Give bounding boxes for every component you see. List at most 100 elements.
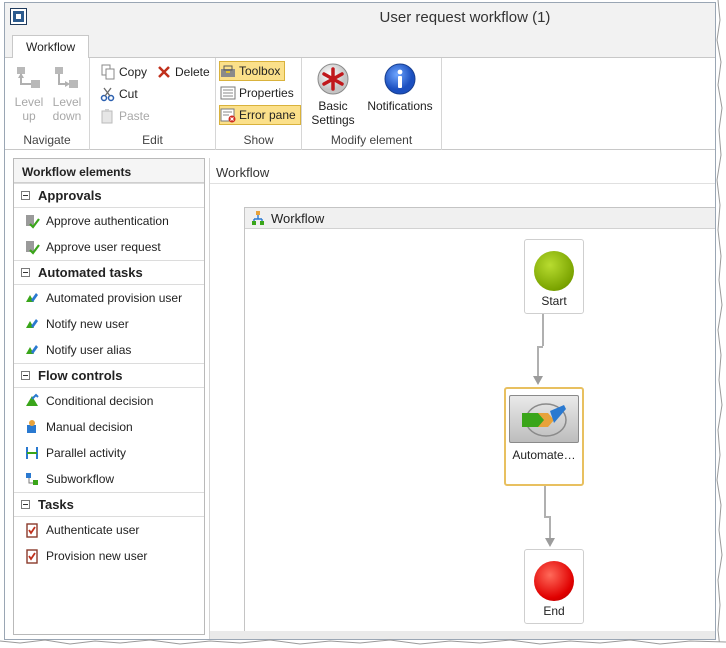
end-circle xyxy=(534,561,574,601)
list-item[interactable]: Subworkflow xyxy=(14,466,204,492)
list-item-label: Approve authentication xyxy=(46,214,169,228)
torn-edge-decoration xyxy=(0,639,726,648)
end-node[interactable]: End xyxy=(524,549,584,624)
level-down-label: Level down xyxy=(52,95,82,123)
section-automated-tasks[interactable]: Automated tasks xyxy=(14,260,204,285)
list-item-label: Approve user request xyxy=(46,240,161,254)
automated-task-node[interactable]: Automate… xyxy=(504,387,584,486)
navigate-group: Level up Level down Navigate xyxy=(5,58,90,150)
title-bar: User request workflow (1) xyxy=(5,3,715,33)
toolbox-label: Toolbox xyxy=(239,64,281,78)
section-tasks[interactable]: Tasks xyxy=(14,492,204,517)
automated-task-icon xyxy=(26,319,38,328)
delete-icon xyxy=(158,66,170,78)
paste-button[interactable]: Paste xyxy=(100,106,150,126)
level-down-button[interactable]: Level down xyxy=(49,64,85,123)
delete-button[interactable]: Delete xyxy=(156,62,210,82)
notifications-button[interactable]: Notifications xyxy=(364,62,436,113)
show-group-label: Show xyxy=(243,133,274,147)
automated-task-icon xyxy=(522,403,567,437)
start-circle xyxy=(534,251,574,291)
properties-button[interactable]: Properties xyxy=(220,83,294,103)
properties-icon xyxy=(220,86,236,100)
level-up-icon xyxy=(17,67,40,88)
list-item[interactable]: Parallel activity xyxy=(14,440,204,466)
scissors-icon xyxy=(100,87,115,102)
torn-edge-decoration xyxy=(714,0,726,648)
modify-element-group-label: Modify element xyxy=(330,133,413,147)
automated-task-icon xyxy=(26,293,38,302)
app-window: User request workflow (1) Workflow Level… xyxy=(4,2,716,640)
workflow-elements-pane: Workflow elements Approvals Approve auth… xyxy=(13,158,205,635)
workflow-canvas: Workflow Workflow Start Automate… End xyxy=(209,158,715,639)
list-item-label: Subworkflow xyxy=(46,472,115,486)
task-icon xyxy=(26,549,38,564)
list-item[interactable]: Approve authentication xyxy=(14,208,204,234)
window-title: User request workflow (1) xyxy=(379,9,551,26)
list-item[interactable]: Conditional decision xyxy=(14,388,204,414)
level-up-button[interactable]: Level up xyxy=(11,64,47,123)
arrow-icon xyxy=(533,376,543,385)
show-group: Toolbox Properties Error pane Show xyxy=(216,58,302,150)
section-label: Flow controls xyxy=(38,368,123,383)
list-item[interactable]: Automated provision user xyxy=(14,285,204,311)
workflow-frame: Workflow xyxy=(244,207,715,637)
automated-task-label: Automate… xyxy=(512,448,576,462)
basic-settings-button[interactable]: Basic Settings xyxy=(306,62,360,127)
connector-line xyxy=(537,346,539,376)
error-pane-button[interactable]: Error pane xyxy=(219,105,301,125)
ribbon-tabs: Workflow xyxy=(5,33,715,59)
collapse-icon[interactable] xyxy=(21,191,30,200)
info-icon xyxy=(384,63,416,95)
error-pane-icon xyxy=(220,108,236,123)
cut-label: Cut xyxy=(119,87,138,101)
list-item-label: Notify user alias xyxy=(46,343,132,357)
automated-task-icon-box xyxy=(509,395,579,443)
list-item[interactable]: Notify new user xyxy=(14,311,204,337)
list-item[interactable]: Approve user request xyxy=(14,234,204,260)
automated-task-icon xyxy=(26,345,38,354)
start-node[interactable]: Start xyxy=(524,239,584,314)
collapse-icon[interactable] xyxy=(21,371,30,380)
copy-label: Copy xyxy=(119,65,148,79)
approval-icon xyxy=(26,241,40,255)
toolbox-button[interactable]: Toolbox xyxy=(219,61,286,81)
navigate-group-label: Navigate xyxy=(23,133,71,147)
list-item-label: Automated provision user xyxy=(46,291,183,305)
list-item-label: Manual decision xyxy=(46,420,133,434)
paste-icon xyxy=(101,109,113,124)
copy-button[interactable]: Copy xyxy=(100,62,147,82)
cut-button[interactable]: Cut xyxy=(100,84,138,104)
section-flow-controls[interactable]: Flow controls xyxy=(14,363,204,388)
list-item-label: Parallel activity xyxy=(46,446,127,460)
edit-group-label: Edit xyxy=(142,133,163,147)
level-up-label: Level up xyxy=(14,95,44,123)
list-item[interactable]: Manual decision xyxy=(14,414,204,440)
subworkflow-icon xyxy=(26,473,38,485)
list-item[interactable]: Authenticate user xyxy=(14,517,204,543)
approval-icon xyxy=(26,215,40,229)
workflow-elements-header: Workflow elements xyxy=(14,159,204,183)
tab-workflow[interactable]: Workflow xyxy=(12,35,90,59)
section-label: Automated tasks xyxy=(38,265,143,280)
workflow-icon xyxy=(252,211,264,225)
list-item[interactable]: Provision new user xyxy=(14,543,204,569)
list-item-label: Authenticate user xyxy=(46,523,140,537)
notifications-label: Notifications xyxy=(367,99,433,113)
workflow-frame-title: Workflow xyxy=(271,210,325,226)
collapse-icon[interactable] xyxy=(21,500,30,509)
error-pane-label: Error pane xyxy=(239,108,296,122)
connector-line xyxy=(544,486,546,516)
paste-label: Paste xyxy=(119,109,150,123)
edit-group: Copy Delete Cut Paste Edit xyxy=(90,58,216,150)
connector-line xyxy=(549,516,551,538)
section-approvals[interactable]: Approvals xyxy=(14,183,204,208)
delete-label: Delete xyxy=(175,65,210,79)
section-label: Approvals xyxy=(38,188,102,203)
list-item[interactable]: Notify user alias xyxy=(14,337,204,363)
collapse-icon[interactable] xyxy=(21,268,30,277)
start-label: Start xyxy=(541,294,567,308)
task-icon xyxy=(26,523,38,538)
connector-line xyxy=(542,314,544,346)
workflow-frame-header: Workflow xyxy=(245,208,715,229)
